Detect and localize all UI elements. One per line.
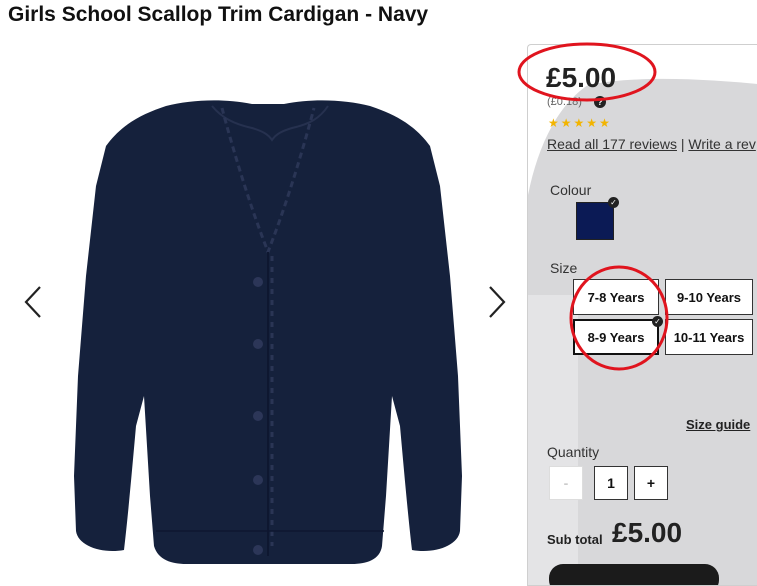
check-icon: ✓ [608,197,619,208]
colour-swatch-navy[interactable] [576,202,614,240]
product-gallery [0,40,520,573]
size-option-7-8[interactable]: 7-8 Years [573,279,659,315]
colour-label: Colour [550,182,592,198]
purchase-panel: £5.00 (£0.18) ? ★ ★ ★ ★ ★ Read all 177 r… [527,44,757,586]
quantity-input[interactable]: 1 [594,466,628,500]
product-title: Girls School Scallop Trim Cardigan - Nav… [8,3,429,26]
quantity-increase-button[interactable]: + [634,466,668,500]
chevron-left-icon[interactable] [18,285,48,319]
write-review-link[interactable]: Write a rev [688,136,755,152]
reviews-separator: | [680,136,685,152]
size-option-10-11[interactable]: 10-11 Years [665,319,753,355]
size-option-8-9[interactable]: 8-9 Years [573,319,659,355]
price-per-unit: (£0.18) [547,96,582,108]
size-option-9-10[interactable]: 9-10 Years [665,279,753,315]
size-label: Size [550,260,578,276]
star-icon: ★ [560,116,572,130]
subtotal-label: Sub total [547,532,603,547]
star-icon: ★ [573,116,585,130]
rating-stars: ★ ★ ★ ★ ★ [548,117,610,129]
size-guide-link[interactable]: Size guide [686,417,750,432]
navy-cardigan-image [74,100,462,564]
chevron-right-icon[interactable] [482,285,512,319]
star-icon: ★ [548,116,559,130]
reviews-row: Read all 177 reviews | Write a rev [547,136,756,152]
star-icon: ★ [586,116,598,130]
check-icon: ✓ [652,316,663,327]
price: £5.00 [546,62,617,93]
quantity-decrease-button[interactable]: - [549,466,583,500]
help-icon[interactable]: ? [594,96,606,108]
star-icon: ★ [599,116,610,130]
add-to-bag-button[interactable] [549,564,719,585]
read-reviews-link[interactable]: Read all 177 reviews [547,136,677,152]
subtotal-value: £5.00 [612,517,683,548]
quantity-label: Quantity [547,444,600,460]
